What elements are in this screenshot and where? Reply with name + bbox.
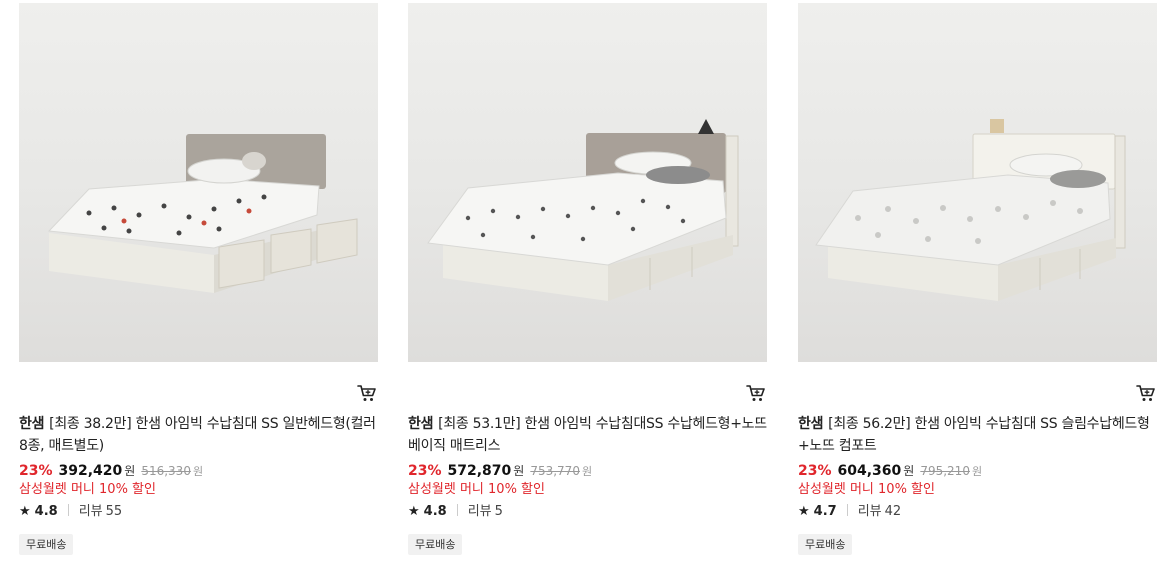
- original-currency-unit: 원: [192, 465, 204, 478]
- product-image[interactable]: [798, 3, 1157, 362]
- sale-price: 572,870: [447, 463, 512, 479]
- price-row: 23% 572,870 원 753,770 원: [408, 461, 592, 481]
- currency-unit: 원: [903, 464, 915, 478]
- reviews-label: 리뷰: [78, 504, 103, 519]
- star-icon: ★: [408, 504, 420, 519]
- star-icon: ★: [19, 504, 31, 519]
- divider: [456, 504, 458, 516]
- original-currency-unit: 원: [971, 465, 983, 478]
- free-shipping-badge: 무료배송: [408, 534, 463, 555]
- review-count: 5: [494, 504, 503, 519]
- divider: [67, 504, 69, 516]
- price-row: 23% 392,420 원 516,330 원: [19, 461, 203, 481]
- rating-row: ★ 4.7 리뷰 42: [798, 503, 901, 521]
- rating-row: ★ 4.8 리뷰 55: [19, 503, 122, 521]
- product-card[interactable]: 한샘 [최종 38.2만] 한샘 아임빅 수납침대 SS 일반헤드형(컬러8종, …: [19, 0, 389, 568]
- free-shipping-badge: 무료배송: [19, 534, 74, 555]
- product-image[interactable]: [19, 3, 378, 362]
- product-brand: 한샘: [19, 416, 45, 432]
- price-row: 23% 604,360 원 795,210 원: [798, 461, 982, 481]
- discount-rate: 23%: [798, 463, 832, 479]
- free-shipping-badge: 무료배송: [798, 534, 853, 555]
- original-price: 795,210: [920, 464, 970, 478]
- rating-value: 4.8: [34, 504, 58, 519]
- add-to-cart-button[interactable]: [746, 384, 766, 402]
- sale-price: 392,420: [58, 463, 123, 479]
- original-price: 516,330: [141, 464, 191, 478]
- currency-unit: 원: [513, 464, 525, 478]
- promo-text: 삼성월렛 머니 10% 할인: [798, 482, 935, 497]
- add-to-cart-button[interactable]: [357, 384, 377, 402]
- reviews-label: 리뷰: [467, 504, 492, 519]
- product-name: [최종 53.1만] 한샘 아임빅 수납침대SS 수납헤드형+노뜨 베이직 매트…: [408, 416, 767, 454]
- rating-value: 4.7: [813, 504, 837, 519]
- product-name: [최종 56.2만] 한샘 아임빅 수납침대 SS 슬림수납헤드형+노뜨 컴포트: [798, 416, 1150, 454]
- reviews-label: 리뷰: [857, 504, 882, 519]
- rating-row: ★ 4.8 리뷰 5: [408, 503, 503, 521]
- currency-unit: 원: [124, 464, 136, 478]
- product-name: [최종 38.2만] 한샘 아임빅 수납침대 SS 일반헤드형(컬러8종, 매트…: [19, 416, 376, 454]
- sale-price: 604,360: [837, 463, 902, 479]
- review-count: 42: [884, 504, 902, 519]
- product-card[interactable]: 한샘 [최종 53.1만] 한샘 아임빅 수납침대SS 수납헤드형+노뜨 베이직 …: [408, 0, 778, 568]
- cart-icon: [357, 385, 376, 401]
- add-to-cart-button[interactable]: [1136, 384, 1156, 402]
- product-title[interactable]: 한샘 [최종 38.2만] 한샘 아임빅 수납침대 SS 일반헤드형(컬러8종, …: [19, 413, 381, 457]
- original-currency-unit: 원: [581, 465, 593, 478]
- product-card[interactable]: 한샘 [최종 56.2만] 한샘 아임빅 수납침대 SS 슬림수납헤드형+노뜨 컴…: [798, 0, 1165, 568]
- divider: [846, 504, 848, 516]
- promo-text: 삼성월렛 머니 10% 할인: [19, 482, 156, 497]
- cart-icon: [1136, 385, 1155, 401]
- star-icon: ★: [798, 504, 810, 519]
- product-brand: 한샘: [408, 416, 434, 432]
- cart-icon: [746, 385, 765, 401]
- product-image[interactable]: [408, 3, 767, 362]
- product-brand: 한샘: [798, 416, 824, 432]
- review-count: 55: [105, 504, 123, 519]
- product-title[interactable]: 한샘 [최종 56.2만] 한샘 아임빅 수납침대 SS 슬림수납헤드형+노뜨 컴…: [798, 413, 1160, 457]
- original-price: 753,770: [530, 464, 580, 478]
- discount-rate: 23%: [19, 463, 53, 479]
- rating-value: 4.8: [423, 504, 447, 519]
- promo-text: 삼성월렛 머니 10% 할인: [408, 482, 545, 497]
- discount-rate: 23%: [408, 463, 442, 479]
- product-title[interactable]: 한샘 [최종 53.1만] 한샘 아임빅 수납침대SS 수납헤드형+노뜨 베이직 …: [408, 413, 770, 457]
